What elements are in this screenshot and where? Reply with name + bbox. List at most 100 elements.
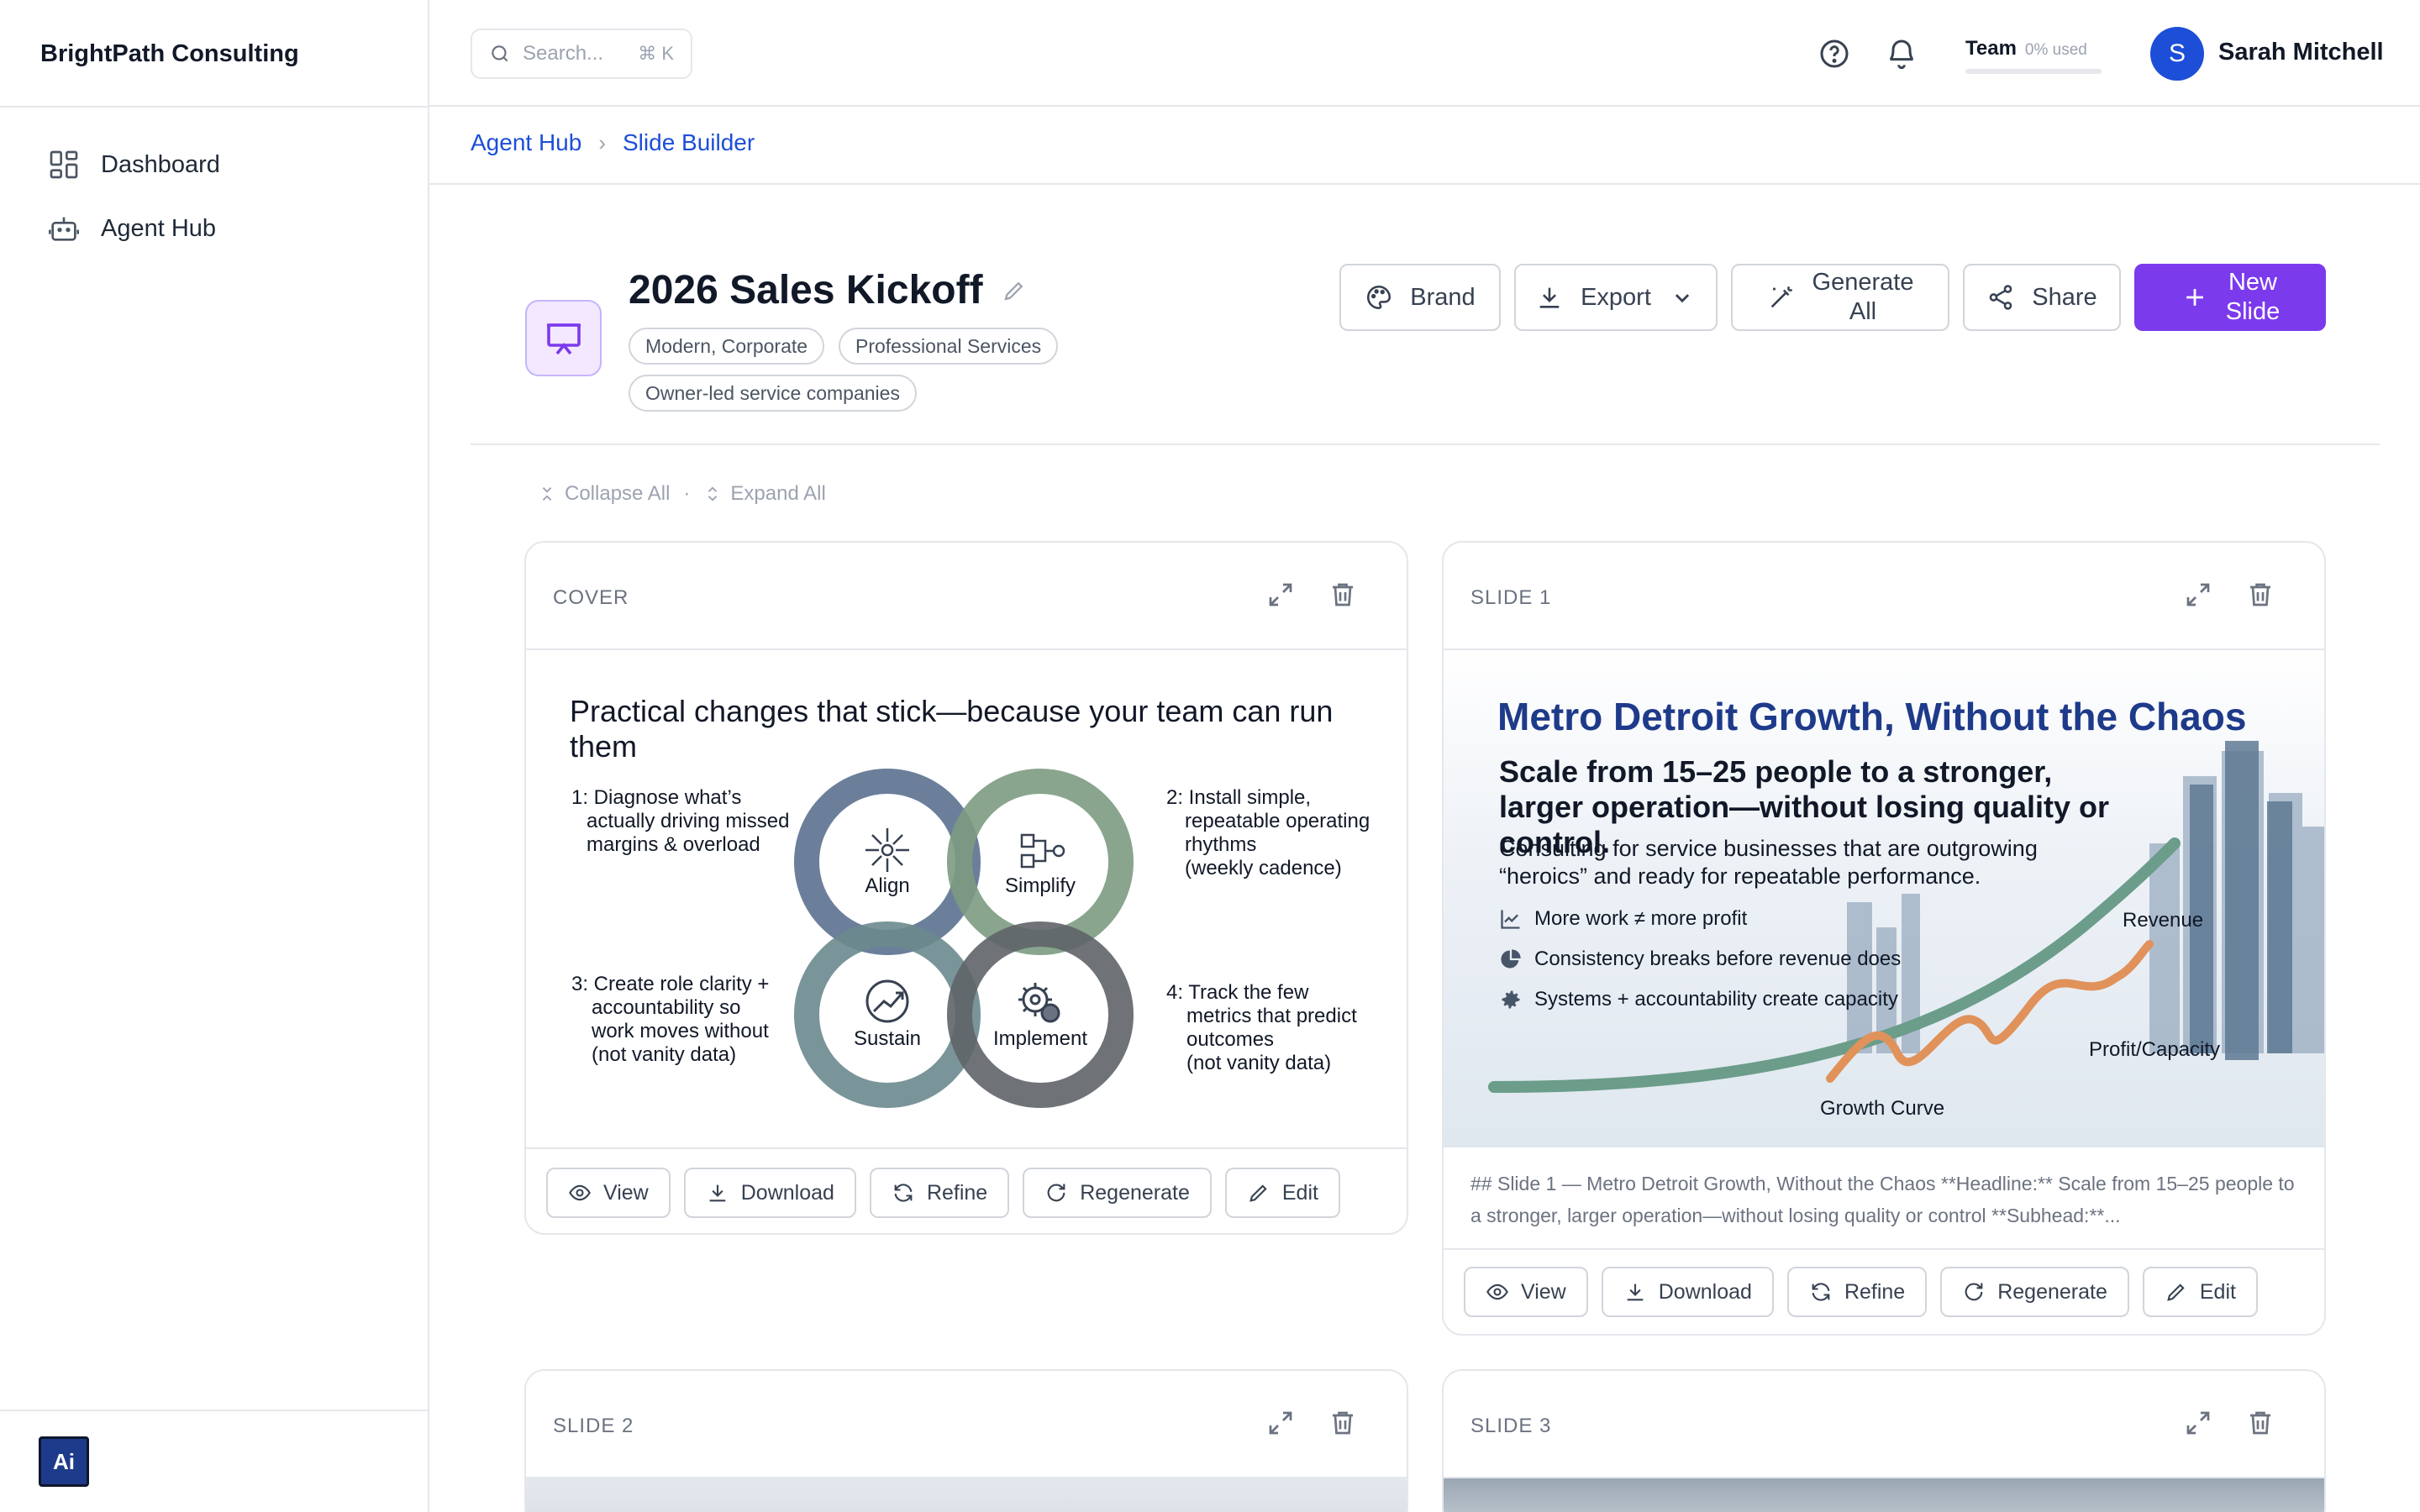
regenerate-button[interactable]: Regenerate bbox=[1023, 1168, 1212, 1218]
refine-button[interactable]: Refine bbox=[869, 1168, 1010, 1218]
slide-preview[interactable]: Metro Detroit Growth, Without the Chaos … bbox=[1444, 650, 2324, 1147]
team-usage[interactable]: Team 0% used bbox=[1965, 37, 2105, 74]
new-slide-button[interactable]: New Slide bbox=[2134, 264, 2326, 331]
chart-label-profit: Profit/Capacity bbox=[2089, 1038, 2221, 1061]
generate-label-line2: All bbox=[1849, 298, 1877, 325]
slide-bullet: Consistency breaks before revenue does bbox=[1499, 948, 1901, 971]
sidebar-divider bbox=[0, 1410, 429, 1411]
slide-preview[interactable] bbox=[1444, 1478, 2324, 1512]
help-icon[interactable] bbox=[1818, 37, 1851, 71]
slide-title: Practical changes that stick—because you… bbox=[570, 694, 1334, 764]
search-input[interactable]: Search... ⌘ K bbox=[471, 29, 692, 79]
step-2: 2: Install simple, repeatable operating … bbox=[1166, 786, 1370, 880]
trash-icon[interactable] bbox=[2245, 1408, 2275, 1438]
plus-icon bbox=[2181, 283, 2209, 312]
view-label: View bbox=[603, 1180, 649, 1205]
team-label: Team bbox=[1965, 37, 2017, 60]
download-button[interactable]: Download bbox=[683, 1168, 856, 1218]
cycle-label-align: Align bbox=[865, 874, 909, 897]
trash-icon[interactable] bbox=[2245, 580, 2275, 610]
view-button[interactable]: View bbox=[546, 1168, 671, 1218]
export-button[interactable]: Export bbox=[1514, 264, 1718, 331]
search-icon bbox=[489, 43, 511, 65]
trash-icon[interactable] bbox=[1328, 1408, 1358, 1438]
expand-icon[interactable] bbox=[2183, 580, 2213, 610]
step-3-line: work moves without bbox=[592, 1020, 769, 1042]
download-button[interactable]: Download bbox=[1601, 1267, 1774, 1317]
card-actions: View Download Refine Regenerate Edit bbox=[1464, 1267, 2258, 1317]
expand-all-button[interactable]: Expand All bbox=[703, 482, 826, 506]
expand-icon[interactable] bbox=[1265, 580, 1296, 610]
slide-bullet: More work ≠ more profit bbox=[1499, 907, 1747, 931]
presentation-icon bbox=[525, 300, 602, 376]
page-title: 2026 Sales Kickoff bbox=[629, 267, 1027, 313]
search-shortcut: ⌘ K bbox=[638, 43, 674, 64]
bullet-text: More work ≠ more profit bbox=[1534, 907, 1748, 930]
generate-all-button[interactable]: Generate All bbox=[1731, 264, 1949, 331]
pencil-icon bbox=[2165, 1280, 2188, 1304]
chart-label-growth: Growth Curve bbox=[1820, 1097, 1945, 1120]
trash-icon[interactable] bbox=[1328, 580, 1358, 610]
card-header: COVER bbox=[526, 543, 1407, 650]
card-header: SLIDE 2 bbox=[526, 1371, 1407, 1478]
eye-icon bbox=[568, 1181, 592, 1205]
search-placeholder: Search... bbox=[523, 42, 604, 65]
step-4-line: (not vanity data) bbox=[1186, 1052, 1332, 1074]
pencil-icon bbox=[1247, 1181, 1270, 1205]
eye-icon bbox=[1486, 1280, 1509, 1304]
palette-icon bbox=[1365, 283, 1393, 312]
slide-preview[interactable]: Practical changes that stick—because you… bbox=[526, 650, 1407, 1147]
card-header: SLIDE 1 bbox=[1444, 543, 2324, 650]
collapse-icon bbox=[538, 485, 556, 503]
rotate-icon bbox=[1962, 1280, 1986, 1304]
brand-button-label: Brand bbox=[1410, 283, 1476, 311]
cycle-label-simplify: Simplify bbox=[1005, 874, 1076, 897]
sidebar-item-dashboard[interactable]: Dashboard bbox=[47, 144, 220, 185]
view-button[interactable]: View bbox=[1464, 1267, 1588, 1317]
card-label: SLIDE 3 bbox=[1470, 1415, 1552, 1437]
brand-button[interactable]: Brand bbox=[1339, 264, 1501, 331]
app-logo[interactable]: Ai bbox=[39, 1436, 89, 1487]
generate-label-line1: Generate bbox=[1812, 269, 1914, 297]
step-2-line: 2: Install simple, bbox=[1166, 786, 1312, 809]
step-2-line: (weekly cadence) bbox=[1185, 857, 1342, 879]
avatar[interactable]: S bbox=[2150, 27, 2204, 81]
regenerate-button[interactable]: Regenerate bbox=[1940, 1267, 2129, 1317]
breadcrumb-slide-builder[interactable]: Slide Builder bbox=[623, 129, 755, 156]
trend-chart-icon bbox=[1499, 907, 1523, 931]
magic-wand-icon bbox=[1767, 283, 1796, 312]
breadcrumb-agent-hub[interactable]: Agent Hub bbox=[471, 129, 581, 156]
bullet-text: Consistency breaks before revenue does bbox=[1534, 948, 1902, 970]
step-1-line: 1: Diagnose what’s bbox=[571, 786, 742, 809]
sidebar-item-agent-hub[interactable]: Agent Hub bbox=[47, 208, 216, 249]
expand-icon[interactable] bbox=[2183, 1408, 2213, 1438]
expand-all-label: Expand All bbox=[730, 482, 826, 505]
slide-preview[interactable] bbox=[526, 1478, 1407, 1512]
collapse-all-button[interactable]: Collapse All bbox=[538, 482, 670, 506]
edit-button[interactable]: Edit bbox=[2142, 1267, 2258, 1317]
download-icon bbox=[1535, 283, 1564, 312]
refine-label: Refine bbox=[926, 1180, 988, 1205]
refine-button[interactable]: Refine bbox=[1786, 1267, 1928, 1317]
cover-slide: Practical changes that stick—because you… bbox=[526, 650, 1407, 1147]
share-button[interactable]: Share bbox=[1963, 264, 2121, 331]
regenerate-label: Regenerate bbox=[1080, 1180, 1190, 1205]
regenerate-label: Regenerate bbox=[1997, 1279, 2107, 1304]
cycle-diagram: Align Simplify Sustain Implement bbox=[794, 769, 1134, 1108]
step-3: 3: Create role clarity + accountability … bbox=[571, 973, 769, 1067]
user-name[interactable]: Sarah Mitchell bbox=[2218, 39, 2384, 66]
sidebar-divider bbox=[0, 106, 429, 108]
expand-icon bbox=[703, 485, 722, 503]
top-bar: Search... ⌘ K Team 0% used S Sarah Mitch… bbox=[429, 0, 2420, 107]
bell-icon[interactable] bbox=[1885, 37, 1918, 71]
pencil-icon[interactable] bbox=[1002, 278, 1027, 303]
step-4-line: 4: Track the few bbox=[1166, 981, 1309, 1004]
expand-icon[interactable] bbox=[1265, 1408, 1296, 1438]
slide-card-1: SLIDE 1 Metro Detroit Growth, Without th… bbox=[1442, 541, 2326, 1336]
refresh-icon bbox=[892, 1181, 915, 1205]
collapse-controls: Collapse All · Expand All bbox=[538, 482, 826, 506]
generate-all-label: Generate All bbox=[1812, 268, 1914, 327]
share-button-label: Share bbox=[2032, 283, 2097, 311]
edit-button[interactable]: Edit bbox=[1224, 1168, 1340, 1218]
team-usage-text: 0% used bbox=[2024, 41, 2087, 59]
